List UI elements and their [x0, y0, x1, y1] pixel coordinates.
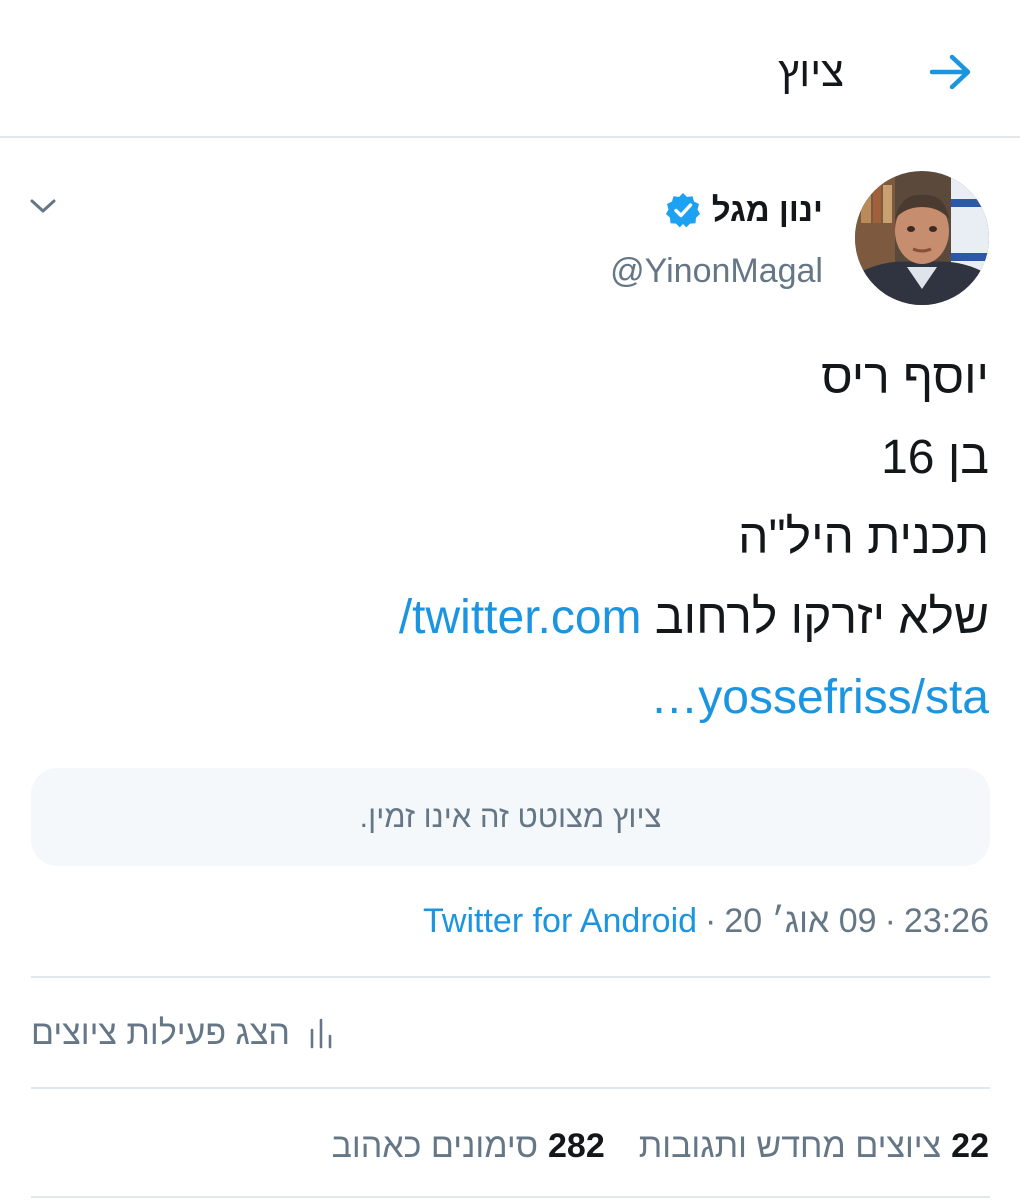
bar-chart-icon	[310, 1018, 332, 1049]
engagement-stats: 22 ציוצים מחדש ותגובות 282 סימונים כאהוב	[332, 1121, 989, 1171]
author-handle[interactable]: @YinonMagal	[610, 252, 823, 291]
verified-badge-icon	[665, 193, 700, 228]
page-title: ציוץ	[778, 48, 844, 95]
author-avatar[interactable]	[855, 171, 989, 305]
author-name[interactable]: ינון מגל	[712, 191, 823, 229]
meta-separator: ·	[884, 901, 896, 940]
tweet-link-continuation[interactable]: yossefriss/sta…	[650, 671, 989, 724]
likes-count: 282	[548, 1126, 605, 1165]
likes-label: סימונים כאהוב	[331, 1126, 539, 1165]
back-arrow-icon[interactable]	[928, 52, 974, 92]
tweet-detail: ינון מגל @YinonMagal יוסף ריס בן 16 תכני…	[0, 138, 1020, 1200]
tweet-link[interactable]: twitter.com/	[399, 591, 642, 644]
tweet-time: 23:26	[903, 901, 989, 940]
tweet-text-line: יוסף ריס	[821, 351, 989, 404]
retweets-stat[interactable]: 22 ציוצים מחדש ותגובות	[639, 1127, 989, 1166]
avatar-image	[855, 171, 989, 305]
tweet-text: יוסף ריס בן 16 תכנית היל"ה שלא יזרקו לרח…	[89, 338, 989, 738]
tweet-date: 09 אוג׳ 20	[724, 901, 877, 940]
divider	[31, 976, 990, 978]
tweet-meta: 23:26 · 09 אוג׳ 20 · Twitter for Android	[423, 898, 989, 944]
divider	[31, 1196, 990, 1198]
tweet-text-line: שלא יזרקו לרחוב twitter.com/	[89, 578, 989, 658]
author-name-row[interactable]: ינון מגל	[664, 188, 823, 232]
quote-unavailable-notice: ציוץ מצוטט זה אינו זמין.	[359, 799, 662, 834]
tweet-source-link[interactable]: Twitter for Android	[423, 902, 697, 941]
divider	[31, 1087, 990, 1089]
likes-stat[interactable]: 282 סימונים כאהוב	[332, 1127, 605, 1166]
tweet-text-line: yossefriss/sta…	[89, 658, 989, 738]
tweet-text-line: תכנית היל"ה	[738, 511, 989, 564]
tweet-text-fragment: שלא יזרקו לרחוב	[654, 591, 989, 644]
view-tweet-activity[interactable]: הצג פעילות ציוצים	[31, 1008, 334, 1058]
chevron-down-icon[interactable]	[28, 196, 58, 216]
retweets-label: ציוצים מחדש ותגובות	[638, 1126, 942, 1165]
quoted-tweet-unavailable: ציוץ מצוטט זה אינו זמין.	[31, 768, 990, 866]
top-bar: ציוץ	[0, 0, 1020, 138]
retweets-count: 22	[951, 1126, 989, 1165]
meta-separator: ·	[705, 901, 717, 940]
activity-label: הצג פעילות ציוצים	[31, 1013, 290, 1052]
tweet-text-line: בן 16	[881, 431, 989, 484]
